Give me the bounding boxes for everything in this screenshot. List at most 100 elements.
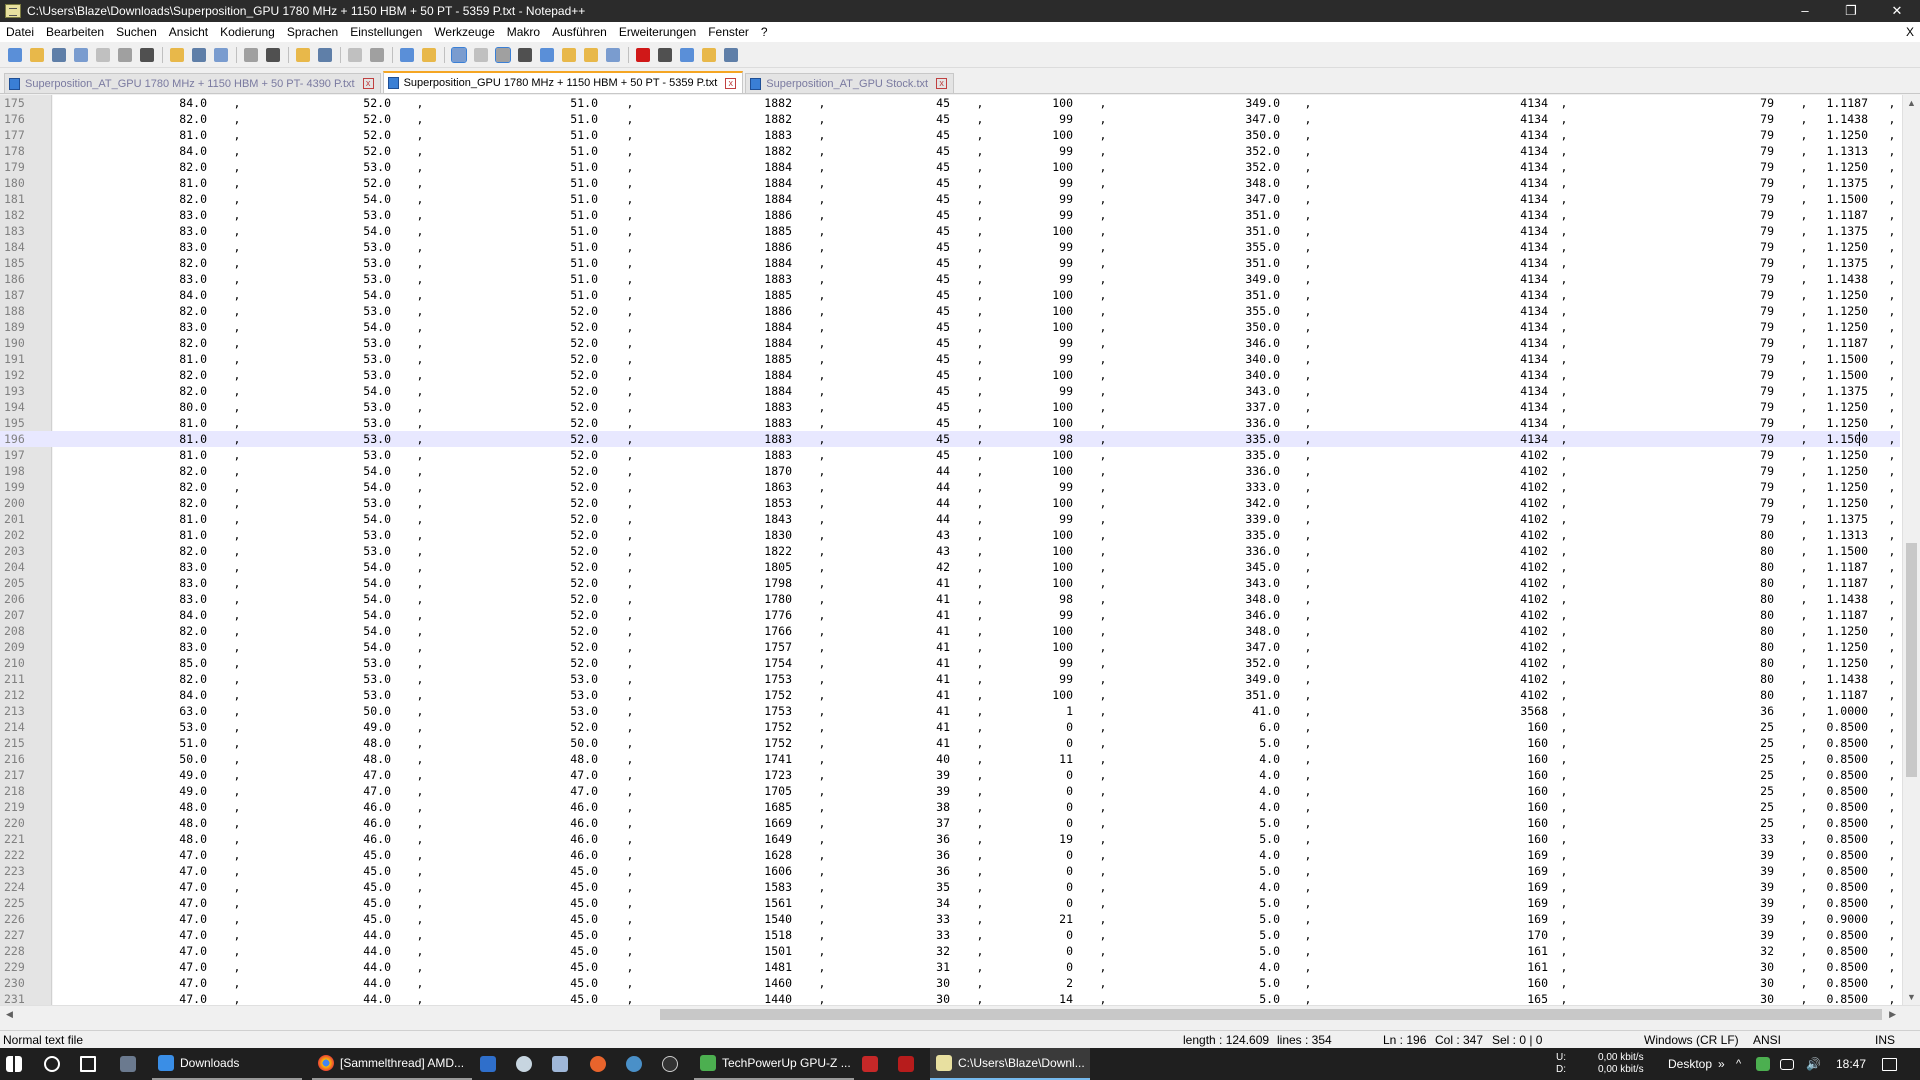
text-line[interactable]: 201 81.0, 54.0, 52.0, 1843, 44, 99, 339.0, 4102,…: [0, 511, 1900, 527]
text-line[interactable]: 204 83.0, 54.0, 52.0, 1805, 42, 100, 345.0, 4102…: [0, 559, 1900, 575]
taskbar-steam[interactable]: [516, 1048, 532, 1080]
taskbar-notepadpp[interactable]: C:\Users\Blaze\Downl...: [930, 1048, 1090, 1080]
scroll-right-icon[interactable]: ▶: [1889, 1006, 1896, 1023]
open-file-button[interactable]: [26, 45, 48, 65]
text-line[interactable]: 180 81.0, 52.0, 51.0, 1884, 45, 99, 348.0, 4134,…: [0, 175, 1900, 191]
menu-datei[interactable]: Datei: [0, 22, 40, 42]
menu-fenster[interactable]: Fenster: [702, 22, 755, 42]
text-line[interactable]: 229 47.0, 44.0, 45.0, 1481, 31, 0, 4.0, 161, 30, 0…: [0, 959, 1900, 975]
print-button[interactable]: [136, 45, 158, 65]
menu-einstellungen[interactable]: Einstellungen: [344, 22, 428, 42]
text-line[interactable]: 192 82.0, 53.0, 52.0, 1884, 45, 100, 340.0, 4134…: [0, 367, 1900, 383]
show-hidden-icons[interactable]: ^: [1736, 1048, 1741, 1080]
close-all-button[interactable]: [114, 45, 136, 65]
text-line[interactable]: 222 47.0, 45.0, 46.0, 1628, 36, 0, 4.0, 169, 39, 0…: [0, 847, 1900, 863]
text-line[interactable]: 199 82.0, 54.0, 52.0, 1863, 44, 99, 333.0, 4102,…: [0, 479, 1900, 495]
text-line[interactable]: 226 47.0, 45.0, 45.0, 1540, 33, 21, 5.0, 169, 39,…: [0, 911, 1900, 927]
tray-network[interactable]: [1780, 1048, 1794, 1080]
menu-kodierung[interactable]: Kodierung: [214, 22, 281, 42]
save-button[interactable]: [48, 45, 70, 65]
task-view-button[interactable]: [80, 1048, 96, 1080]
text-line[interactable]: 202 81.0, 53.0, 52.0, 1830, 43, 100, 335.0, 4102…: [0, 527, 1900, 543]
play-macro-button[interactable]: [676, 45, 698, 65]
text-line[interactable]: 230 47.0, 44.0, 45.0, 1460, 30, 2, 5.0, 160, 30, 0…: [0, 975, 1900, 991]
text-line[interactable]: 208 82.0, 54.0, 52.0, 1766, 41, 100, 348.0, 4102…: [0, 623, 1900, 639]
menu-ausfuehren[interactable]: Ausführen: [546, 22, 613, 42]
find-button[interactable]: [292, 45, 314, 65]
close-button[interactable]: ✕: [1874, 0, 1920, 22]
taskbar-app-red[interactable]: [862, 1048, 878, 1080]
menu-help[interactable]: ?: [755, 22, 774, 42]
taskbar-app-white[interactable]: [552, 1048, 568, 1080]
menu-werkzeuge[interactable]: Werkzeuge: [428, 22, 500, 42]
text-line[interactable]: 184 83.0, 53.0, 51.0, 1886, 45, 99, 355.0, 4134,…: [0, 239, 1900, 255]
user-language-button[interactable]: [514, 45, 536, 65]
show-all-chars-button[interactable]: [470, 45, 492, 65]
vertical-scroll-thumb[interactable]: [1906, 543, 1917, 777]
text-line[interactable]: 190 82.0, 53.0, 52.0, 1884, 45, 99, 346.0, 4134,…: [0, 335, 1900, 351]
taskbar-app-play[interactable]: [662, 1048, 678, 1080]
text-line[interactable]: 231 47.0, 44.0, 45.0, 1440, 30, 14, 5.0, 165, 30,…: [0, 991, 1900, 1005]
close-document-button[interactable]: X: [1906, 22, 1914, 42]
monitoring-button[interactable]: [602, 45, 624, 65]
text-line[interactable]: 220 48.0, 46.0, 46.0, 1669, 37, 0, 5.0, 160, 25, 0…: [0, 815, 1900, 831]
text-line[interactable]: 210 85.0, 53.0, 52.0, 1754, 41, 99, 352.0, 4102,…: [0, 655, 1900, 671]
zoom-in-button[interactable]: [344, 45, 366, 65]
text-line[interactable]: 212 84.0, 53.0, 53.0, 1752, 41, 100, 351.0, 4102…: [0, 687, 1900, 703]
text-lines[interactable]: 175 84.0, 52.0, 51.0, 1882, 45, 100, 349.0, 4134…: [0, 95, 1900, 1005]
menu-sprachen[interactable]: Sprachen: [281, 22, 344, 42]
text-line[interactable]: 185 82.0, 53.0, 51.0, 1884, 45, 99, 351.0, 4134,…: [0, 255, 1900, 271]
text-line[interactable]: 213 63.0, 50.0, 53.0, 1753, 41, 1, 41.0, 3568, 36…: [0, 703, 1900, 719]
new-file-button[interactable]: [4, 45, 26, 65]
folder-workspace-button[interactable]: [580, 45, 602, 65]
stop-macro-button[interactable]: [654, 45, 676, 65]
text-line[interactable]: 178 84.0, 52.0, 51.0, 1882, 45, 99, 352.0, 4134,…: [0, 143, 1900, 159]
taskbar-gpu-z[interactable]: TechPowerUp GPU-Z ...: [694, 1048, 854, 1080]
text-line[interactable]: 176 82.0, 52.0, 51.0, 1882, 45, 99, 347.0, 4134,…: [0, 111, 1900, 127]
text-line[interactable]: 225 47.0, 45.0, 45.0, 1561, 34, 0, 5.0, 169, 39, 0…: [0, 895, 1900, 911]
current-line[interactable]: 196 81.0, 53.0, 52.0, 1883, 45, 98, 335.0, 4134,…: [0, 431, 1900, 447]
word-wrap-button[interactable]: [448, 45, 470, 65]
text-line[interactable]: 217 49.0, 47.0, 47.0, 1723, 39, 0, 4.0, 160, 25, 0…: [0, 767, 1900, 783]
text-line[interactable]: 175 84.0, 52.0, 51.0, 1882, 45, 100, 349.0, 4134…: [0, 95, 1900, 111]
paste-button[interactable]: [210, 45, 232, 65]
text-line[interactable]: 214 53.0, 49.0, 52.0, 1752, 41, 0, 6.0, 160, 25, 0…: [0, 719, 1900, 735]
close-tab-icon[interactable]: x: [362, 78, 374, 89]
sync-vertical-button[interactable]: [396, 45, 418, 65]
taskbar-chrome[interactable]: [Sammelthread] AMD...: [312, 1048, 472, 1080]
text-line[interactable]: 227 47.0, 44.0, 45.0, 1518, 33, 0, 5.0, 170, 39, 0…: [0, 927, 1900, 943]
text-line[interactable]: 183 83.0, 54.0, 51.0, 1885, 45, 100, 351.0, 4134…: [0, 223, 1900, 239]
taskbar-app-moon[interactable]: [626, 1048, 642, 1080]
minimize-button[interactable]: –: [1782, 0, 1828, 22]
text-line[interactable]: 223 47.0, 45.0, 45.0, 1606, 36, 0, 5.0, 169, 39, 0…: [0, 863, 1900, 879]
text-line[interactable]: 200 82.0, 53.0, 52.0, 1853, 44, 100, 342.0, 4102…: [0, 495, 1900, 511]
desktop-toolbar[interactable]: Desktop »: [1668, 1048, 1725, 1080]
menu-bearbeiten[interactable]: Bearbeiten: [40, 22, 110, 42]
search-button[interactable]: [44, 1048, 60, 1080]
taskbar-pinned-app[interactable]: [120, 1048, 136, 1080]
horizontal-scrollbar[interactable]: ◀ ▶: [0, 1005, 1920, 1022]
save-macro-button[interactable]: [720, 45, 742, 65]
record-macro-button[interactable]: [632, 45, 654, 65]
cut-button[interactable]: [166, 45, 188, 65]
doc-map-button[interactable]: [536, 45, 558, 65]
text-line[interactable]: 221 48.0, 46.0, 46.0, 1649, 36, 19, 5.0, 160, 33,…: [0, 831, 1900, 847]
menu-erweiterungen[interactable]: Erweiterungen: [613, 22, 702, 42]
menu-makro[interactable]: Makro: [501, 22, 546, 42]
text-line[interactable]: 179 82.0, 53.0, 51.0, 1884, 45, 100, 352.0, 4134…: [0, 159, 1900, 175]
taskbar-downloads[interactable]: Downloads: [152, 1048, 302, 1080]
text-line[interactable]: 224 47.0, 45.0, 45.0, 1583, 35, 0, 4.0, 169, 39, 0…: [0, 879, 1900, 895]
sync-horizontal-button[interactable]: [418, 45, 440, 65]
tray-clock[interactable]: 18:47: [1836, 1048, 1866, 1080]
close-button[interactable]: [92, 45, 114, 65]
text-line[interactable]: 206 83.0, 54.0, 52.0, 1780, 41, 98, 348.0, 4102,…: [0, 591, 1900, 607]
scroll-left-icon[interactable]: ◀: [6, 1006, 13, 1023]
text-line[interactable]: 197 81.0, 53.0, 52.0, 1883, 45, 100, 335.0, 4102…: [0, 447, 1900, 463]
tray-volume[interactable]: 🔊: [1806, 1048, 1821, 1080]
start-button[interactable]: [6, 1048, 22, 1080]
text-line[interactable]: 203 82.0, 53.0, 52.0, 1822, 43, 100, 336.0, 4102…: [0, 543, 1900, 559]
text-line[interactable]: 215 51.0, 48.0, 50.0, 1752, 41, 0, 5.0, 160, 25, 0…: [0, 735, 1900, 751]
action-center-button[interactable]: [1882, 1048, 1897, 1080]
text-line[interactable]: 195 81.0, 53.0, 52.0, 1883, 45, 100, 336.0, 4134…: [0, 415, 1900, 431]
indent-guide-button[interactable]: [492, 45, 514, 65]
